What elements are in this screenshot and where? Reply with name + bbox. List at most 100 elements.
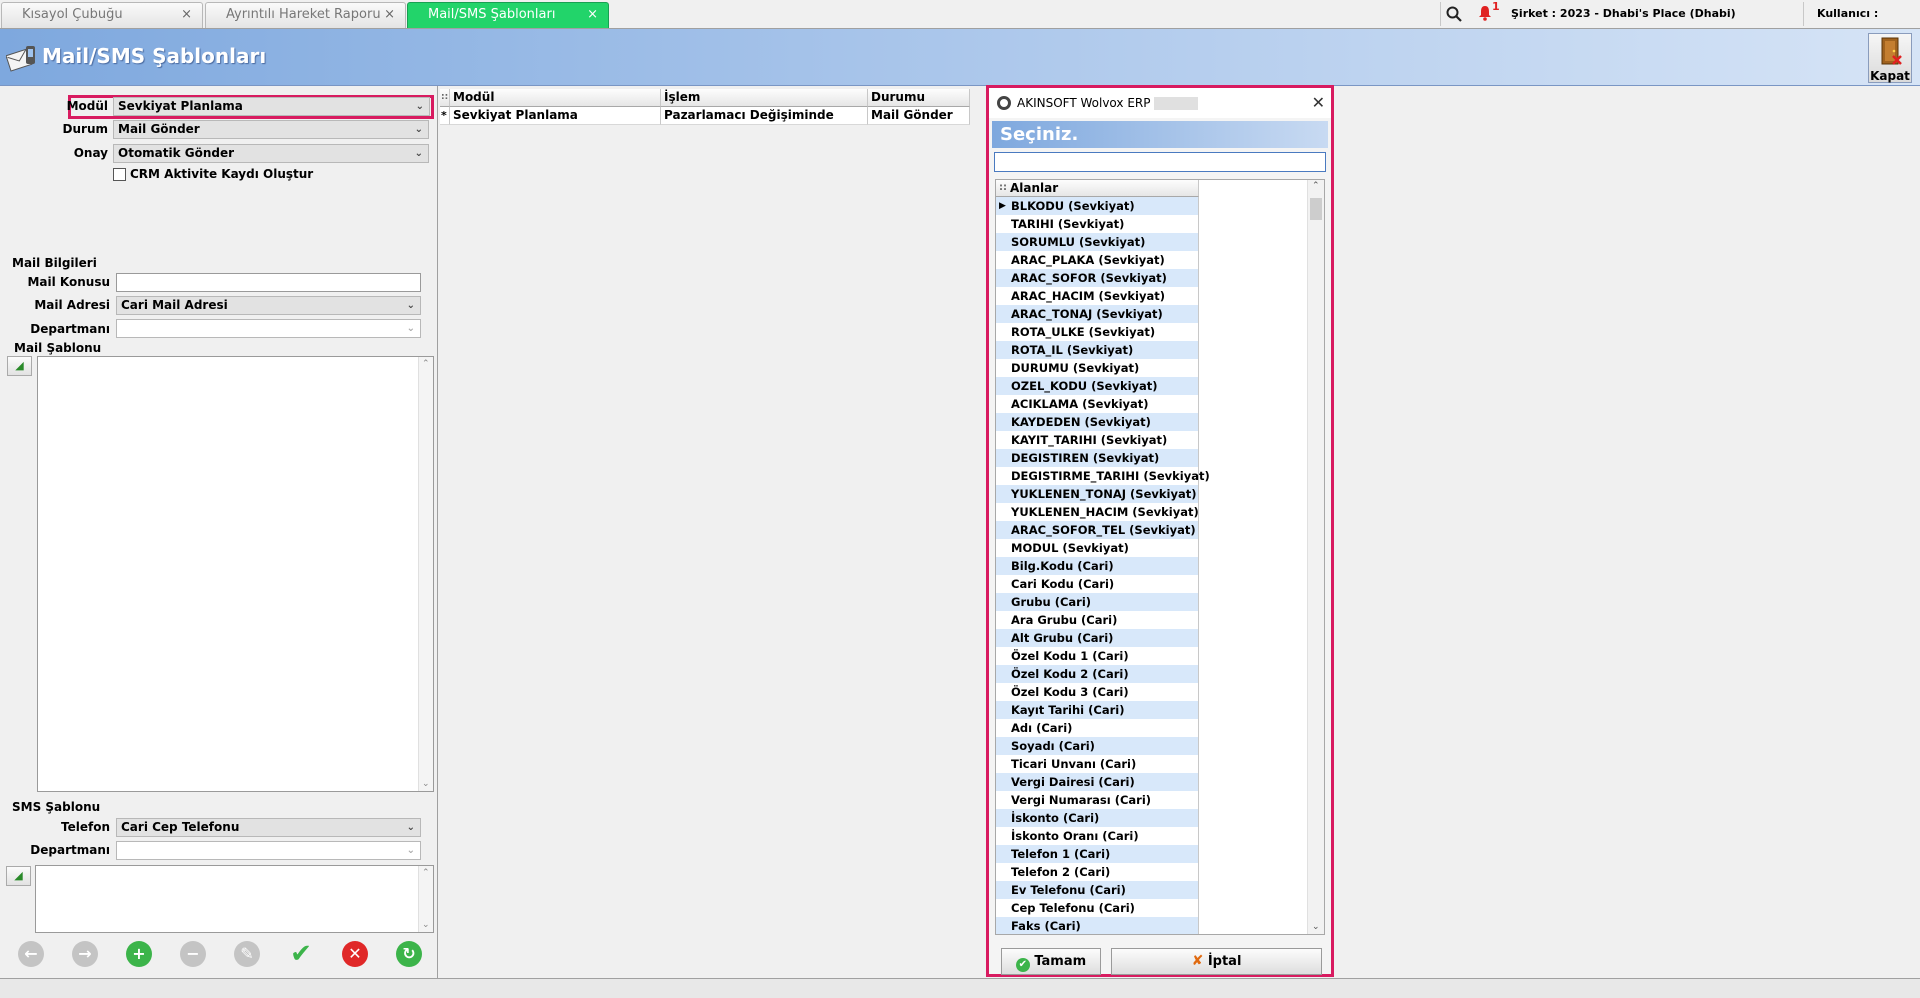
scroll-down-icon[interactable]: ⌄ [422,779,430,789]
list-item[interactable]: Soyadı (Cari) [996,737,1199,755]
tab-close-icon[interactable]: × [587,3,598,27]
tab-ayrintili-hareket-raporu[interactable]: Ayrıntılı Hareket Raporu × [205,2,406,28]
list-item[interactable]: Grubu (Cari) [996,593,1199,611]
insert-field-button[interactable]: ◢ [7,356,32,376]
scroll-up-icon[interactable]: ⌃ [422,868,430,878]
list-item[interactable]: Vergi Dairesi (Cari) [996,773,1199,791]
scroll-up-icon[interactable]: ⌃ [422,359,430,369]
next-button[interactable]: → [72,941,98,967]
list-item[interactable]: Cari Kodu (Cari) [996,575,1199,593]
grid-header-durumu[interactable]: Durumu [868,89,970,107]
list-item[interactable]: Kayıt Tarihi (Cari) [996,701,1199,719]
sms-departman-select[interactable]: ⌄ [116,841,421,860]
list-item[interactable]: Özel Kodu 2 (Cari) [996,665,1199,683]
onay-select[interactable]: Otomatik Gönder ⌄ [113,144,429,163]
tab-close-icon[interactable]: × [181,3,192,27]
tab-mail-sms-sablonlari[interactable]: Mail/SMS Şablonları × [407,2,609,28]
crm-checkbox[interactable] [113,168,126,181]
previous-button[interactable]: ← [18,941,44,967]
list-item[interactable]: Bilg.Kodu (Cari) [996,557,1199,575]
onay-label: Onay [73,146,108,160]
modul-select[interactable]: Sevkiyat Planlama ⌄ [113,97,430,116]
telefon-select[interactable]: Cari Cep Telefonu ⌄ [116,818,421,837]
sms-departman-label: Departmanı [30,843,110,857]
list-item[interactable]: ARAC_HACIM (Sevkiyat) [996,287,1199,305]
mail-konusu-input[interactable] [116,273,421,292]
ok-button[interactable]: ✔ Tamam [1001,948,1101,975]
list-item[interactable]: DURUMU (Sevkiyat) [996,359,1199,377]
list-item[interactable]: ROTA_ULKE (Sevkiyat) [996,323,1199,341]
scroll-down-icon[interactable]: ⌄ [1312,922,1320,932]
close-page-button[interactable]: Kapat [1868,33,1912,83]
list-item[interactable]: KAYDEDEN (Sevkiyat) [996,413,1199,431]
refresh-button[interactable]: ↻ [396,941,422,967]
status-bar [0,978,1920,998]
list-item[interactable]: İskonto (Cari) [996,809,1199,827]
edit-button[interactable]: ✎ [234,941,260,967]
notification-bell-icon[interactable] [1478,5,1492,24]
cancel-dialog-button[interactable]: ✘ İptal [1111,948,1322,975]
list-item[interactable]: Telefon 1 (Cari) [996,845,1199,863]
list-item[interactable]: ACIKLAMA (Sevkiyat) [996,395,1199,413]
list-item[interactable]: KAYIT_TARIHI (Sevkiyat) [996,431,1199,449]
list-item[interactable]: TARIHI (Sevkiyat) [996,215,1199,233]
list-item[interactable]: Adı (Cari) [996,719,1199,737]
delete-button[interactable]: − [180,941,206,967]
tab-close-icon[interactable]: × [384,3,395,27]
fields-list-header[interactable]: :: Alanlar [996,180,1199,197]
list-item[interactable]: Özel Kodu 3 (Cari) [996,683,1199,701]
list-item[interactable]: Ev Telefonu (Cari) [996,881,1199,899]
list-item[interactable]: Vergi Numarası (Cari) [996,791,1199,809]
search-icon[interactable] [1446,0,1468,28]
list-item[interactable]: Faks (Cari) [996,917,1199,934]
cancel-button[interactable]: ✕ [342,941,368,967]
list-item[interactable]: YUKLENEN_HACIM (Sevkiyat) [996,503,1199,521]
save-button[interactable]: ✔ [288,941,314,967]
list-item[interactable]: ROTA_IL (Sevkiyat) [996,341,1199,359]
list-item[interactable]: DEGISTIRME_TARIHI (Sevkiyat) [996,467,1210,485]
grid-header-modul[interactable]: Modül [450,89,661,107]
grid-header-islem[interactable]: İşlem [661,89,868,107]
durum-select[interactable]: Mail Gönder ⌄ [113,120,429,139]
list-item[interactable]: Ticari Unvanı (Cari) [996,755,1199,773]
sms-template-textarea[interactable]: ⌃ ⌄ [35,865,434,933]
sms-insert-field-button[interactable]: ◢ [6,866,31,886]
fields-list[interactable]: :: Alanlar ▶ BLKODU (Sevkiyat) TARIHI (Sevk… [995,179,1325,935]
list-item[interactable]: İskonto Oranı (Cari) [996,827,1199,845]
list-item[interactable]: ARAC_SOFOR (Sevkiyat) [996,269,1199,287]
list-item[interactable]: Alt Grubu (Cari) [996,629,1199,647]
list-item[interactable]: YUKLENEN_TONAJ (Sevkiyat) [996,485,1199,503]
table-row[interactable]: * Sevkiyat Planlama Pazarlamacı Değişimi… [440,107,970,125]
mail-departman-select[interactable]: ⌄ [116,319,421,338]
mail-template-textarea[interactable]: ⌃ ⌄ [37,356,434,792]
tab-kisayol-cubugu[interactable]: Kısayol Çubuğu × [1,2,203,28]
list-item-label: ARAC_SOFOR (Sevkiyat) [1011,271,1167,285]
checkmark-icon: ✔ [290,939,312,969]
add-button[interactable]: + [126,941,152,967]
list-item[interactable]: ▶ BLKODU (Sevkiyat) [996,197,1199,215]
list-item[interactable]: Cep Telefonu (Cari) [996,899,1199,917]
list-item[interactable]: OZEL_KODU (Sevkiyat) [996,377,1199,395]
notification-count: 1 [1492,0,1500,13]
list-item[interactable]: Özel Kodu 1 (Cari) [996,647,1199,665]
textarea-scrollbar[interactable]: ⌃ ⌄ [418,866,433,932]
row-indicator: * [440,107,450,125]
scroll-down-icon[interactable]: ⌄ [422,920,430,930]
list-item-label: İskonto Oranı (Cari) [1011,829,1139,843]
dialog-close-icon[interactable]: ✕ [1312,88,1325,118]
list-item[interactable]: Telefon 2 (Cari) [996,863,1199,881]
fields-list-scrollbar[interactable]: ⌃ ⌄ [1307,180,1324,934]
list-item[interactable]: ARAC_PLAKA (Sevkiyat) [996,251,1199,269]
list-item[interactable]: Ara Grubu (Cari) [996,611,1199,629]
list-item[interactable]: SORUMLU (Sevkiyat) [996,233,1199,251]
field-search-input[interactable] [994,152,1326,172]
scroll-up-icon[interactable]: ⌃ [1312,181,1320,191]
scrollbar-thumb[interactable] [1310,198,1322,220]
textarea-scrollbar[interactable]: ⌃ ⌄ [418,357,433,791]
mail-adresi-select[interactable]: Cari Mail Adresi ⌄ [116,296,421,315]
list-item[interactable]: DEGISTIREN (Sevkiyat) [996,449,1199,467]
chevron-down-icon: ⌄ [414,124,423,135]
list-item[interactable]: MODUL (Sevkiyat) [996,539,1199,557]
list-item[interactable]: ARAC_TONAJ (Sevkiyat) [996,305,1199,323]
list-item[interactable]: ARAC_SOFOR_TEL (Sevkiyat) [996,521,1199,539]
